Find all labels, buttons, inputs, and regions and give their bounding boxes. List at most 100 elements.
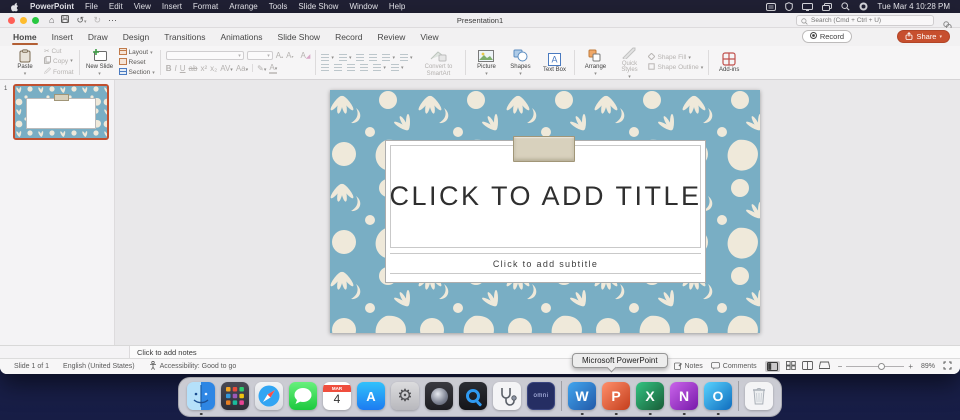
addins-button[interactable]: Add-ins [714, 51, 744, 74]
display-icon[interactable] [802, 2, 814, 11]
superscript-button[interactable]: x² [200, 64, 207, 73]
slide-sorter-view-button[interactable] [785, 361, 796, 372]
font-color-button[interactable]: A▾ [269, 63, 278, 74]
redo-icon[interactable]: ↻ [94, 15, 102, 26]
menu-format[interactable]: Format [193, 2, 218, 11]
highlight-color-button[interactable]: ✎▾ [257, 64, 266, 73]
subscript-button[interactable]: x₂ [210, 64, 217, 73]
mission-control-icon[interactable] [822, 2, 833, 11]
dock-quicktime[interactable] [459, 382, 487, 410]
menu-window[interactable]: Window [349, 2, 377, 11]
dock-onenote[interactable]: N [670, 382, 698, 415]
new-slide-button[interactable]: New Slide ▾ [85, 48, 115, 77]
notes-input-area[interactable]: Click to add notes [130, 346, 960, 358]
menu-insert[interactable]: Insert [162, 2, 182, 11]
shape-outline-button[interactable]: Shape Outline ▾ [648, 63, 703, 72]
apple-logo-icon[interactable] [10, 2, 19, 12]
dock-launchpad[interactable] [221, 382, 249, 410]
control-center-icon[interactable] [859, 2, 868, 11]
zoom-slider-thumb[interactable] [878, 363, 886, 370]
dock-omni[interactable]: omni [527, 382, 555, 410]
picture-button[interactable]: Picture ▾ [471, 48, 501, 77]
dock-diagnostics[interactable] [493, 382, 521, 410]
dock-system-settings[interactable]: ⚙ [391, 382, 419, 410]
tab-design[interactable]: Design [122, 29, 150, 45]
accessibility-status[interactable]: Accessibility: Good to go [149, 360, 236, 372]
layout-button[interactable]: Layout ▾ [118, 48, 155, 57]
undo-icon[interactable]: ↺▾ [76, 15, 86, 26]
slideshow-view-button[interactable] [818, 361, 831, 372]
tab-home[interactable]: Home [12, 29, 38, 45]
zoom-window-button[interactable] [32, 16, 39, 24]
dock-excel[interactable]: X [636, 382, 664, 415]
shape-fill-button[interactable]: Shape Fill ▾ [648, 52, 703, 62]
menu-file[interactable]: File [85, 2, 98, 11]
close-window-button[interactable] [8, 16, 15, 24]
text-direction-button[interactable]: ▾ [373, 64, 386, 71]
zoom-out-button[interactable]: − [838, 362, 843, 371]
vpn-shield-icon[interactable] [785, 2, 794, 11]
paste-button[interactable]: Paste ▾ [10, 48, 40, 77]
tab-slideshow[interactable]: Slide Show [277, 29, 322, 45]
copy-button[interactable]: Copy ▾ [44, 56, 74, 66]
record-button[interactable]: Record [801, 30, 852, 43]
spotlight-search-icon[interactable] [841, 2, 850, 11]
menu-app-name[interactable]: PowerPoint [30, 2, 74, 11]
font-name-combo[interactable]: ▾ [165, 51, 244, 60]
clear-formatting-button[interactable]: A◢ [300, 51, 310, 60]
bold-button[interactable]: B [166, 64, 172, 73]
align-text-button[interactable]: ▾ [390, 64, 403, 71]
columns-button[interactable]: ▾ [399, 54, 412, 61]
minimize-window-button[interactable] [20, 16, 27, 24]
decrease-indent-button[interactable] [356, 54, 365, 61]
zoom-slider[interactable] [846, 363, 905, 370]
fit-slide-button[interactable] [943, 361, 952, 372]
numbering-button[interactable]: ▾ [338, 54, 351, 61]
tab-review[interactable]: Review [376, 29, 406, 45]
dock-messages[interactable] [289, 382, 317, 410]
shapes-button[interactable]: Shapes ▾ [505, 48, 535, 77]
menu-arrange[interactable]: Arrange [229, 2, 257, 11]
menubar-clock[interactable]: Tue Mar 4 10:28 PM [877, 2, 950, 11]
tab-animations[interactable]: Animations [219, 29, 263, 45]
character-spacing-button[interactable]: AV▾ [220, 64, 233, 73]
dock-calendar[interactable]: MAR 4 [323, 382, 351, 410]
tab-record[interactable]: Record [334, 29, 363, 45]
reset-button[interactable]: Reset [118, 58, 155, 67]
home-icon[interactable]: ⌂ [49, 15, 54, 25]
tab-draw[interactable]: Draw [87, 29, 109, 45]
share-button[interactable]: Share ▾ [897, 30, 950, 43]
more-commands-icon[interactable]: ⋯ [108, 15, 117, 26]
slide-thumbnail[interactable] [13, 84, 109, 140]
dock-powerpoint[interactable]: P [602, 382, 630, 415]
quick-styles-button[interactable]: Quick Styles ▾ [614, 45, 644, 81]
tab-view[interactable]: View [419, 29, 439, 45]
shrink-font-button[interactable]: A▾ [286, 51, 293, 60]
dock-trash[interactable] [745, 382, 773, 410]
zoom-in-button[interactable]: + [908, 362, 913, 371]
line-spacing-button[interactable]: ▾ [382, 54, 395, 61]
cut-button[interactable]: ✂ Cut [44, 47, 74, 56]
menu-help[interactable]: Help [389, 2, 405, 11]
comments-toggle-button[interactable]: Comments [710, 361, 757, 372]
save-icon[interactable] [61, 15, 70, 25]
slide-editor[interactable]: CLICK TO ADD TITLE Click to add subtitle [330, 90, 760, 333]
normal-view-button[interactable] [764, 361, 780, 372]
font-size-combo[interactable]: ▾ [246, 51, 273, 60]
dock-time-machine[interactable] [425, 382, 453, 410]
increase-indent-button[interactable] [369, 54, 378, 61]
underline-button[interactable]: U [180, 64, 186, 73]
align-left-button[interactable] [321, 64, 330, 71]
dock-appstore[interactable]: A [357, 382, 385, 410]
tab-transitions[interactable]: Transitions [163, 29, 206, 45]
subtitle-placeholder[interactable]: Click to add subtitle [390, 253, 701, 274]
menu-edit[interactable]: Edit [109, 2, 123, 11]
bullets-button[interactable]: ▾ [321, 54, 334, 61]
align-center-button[interactable] [334, 64, 343, 71]
textbox-button[interactable]: A Text Box [539, 51, 569, 74]
format-painter-button[interactable]: 🖉 Format [44, 67, 74, 78]
zoom-percentage[interactable]: 89% [921, 363, 935, 370]
menu-view[interactable]: View [134, 2, 151, 11]
dock-safari[interactable] [255, 382, 283, 410]
arrange-button[interactable]: Arrange ▾ [580, 48, 610, 77]
